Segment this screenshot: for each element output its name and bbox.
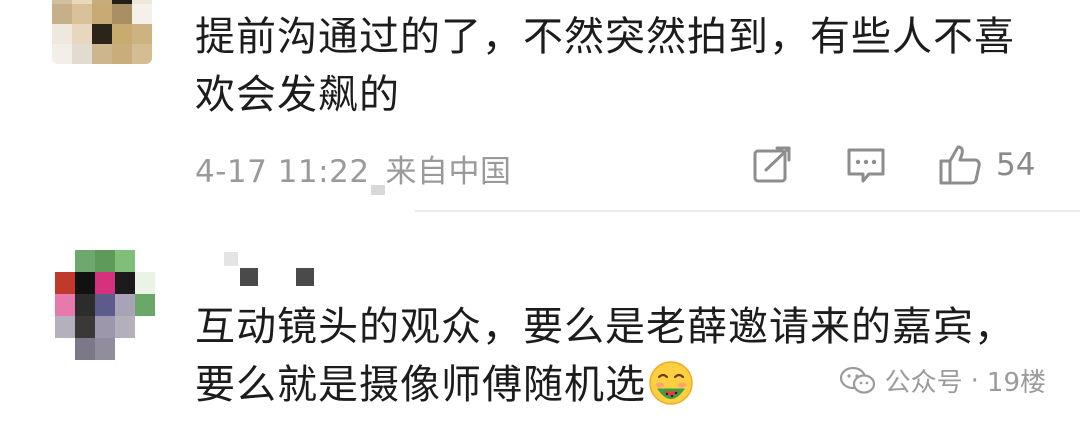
- smiling-face-eating-watermelon-icon: [648, 360, 694, 422]
- like-button[interactable]: 54: [938, 143, 1035, 187]
- comment-text-fragment: 要么就是摄像师傅随机选: [195, 362, 646, 408]
- watermark-floor: 19楼: [986, 368, 1046, 398]
- comment-time: 4-17 11:22: [195, 154, 370, 190]
- comment-text-line: 互动镜头的观众，要么是老薛邀请来的嘉宾，: [195, 304, 1015, 350]
- comment-text-line: 提前沟通过的了，不然突然拍到，有些人不喜: [195, 14, 1015, 60]
- watermark-source: 公众号: [884, 368, 963, 398]
- comment-item: 提前沟通过的了，不然突然拍到，有些人不喜 欢会发飙的 4-17 11:22 来自中…: [0, 0, 1080, 212]
- meta-marker: [371, 185, 385, 195]
- avatar[interactable]: [55, 250, 155, 360]
- comment-text: 互动镜头的观众，要么是老薛邀请来的嘉宾， 要么就是摄像师傅随机选: [195, 298, 1055, 422]
- share-button[interactable]: [752, 143, 792, 187]
- comment-icon: [847, 148, 885, 183]
- comment-text-line: 欢会发飙的: [195, 72, 400, 118]
- reply-button[interactable]: [845, 143, 887, 187]
- comment-item: 互动镜头的观众，要么是老薛邀请来的嘉宾， 要么就是摄像师傅随机选 公众号 · 1…: [0, 212, 1080, 425]
- watermark-separator: ·: [970, 365, 979, 396]
- share-icon: [753, 146, 791, 183]
- comment-meta: 4-17 11:22 来自中国: [195, 146, 528, 191]
- wechat-icon: [839, 366, 875, 394]
- like-count: 54: [996, 147, 1036, 183]
- comment-text: 提前沟通过的了，不然突然拍到，有些人不喜 欢会发飙的: [195, 8, 1055, 124]
- avatar[interactable]: [52, 0, 152, 64]
- username-redacted[interactable]: [222, 252, 342, 292]
- thumbs-up-icon: [939, 145, 981, 185]
- watermark: 公众号 · 19楼: [839, 362, 1046, 399]
- comment-location: 来自中国: [385, 154, 512, 190]
